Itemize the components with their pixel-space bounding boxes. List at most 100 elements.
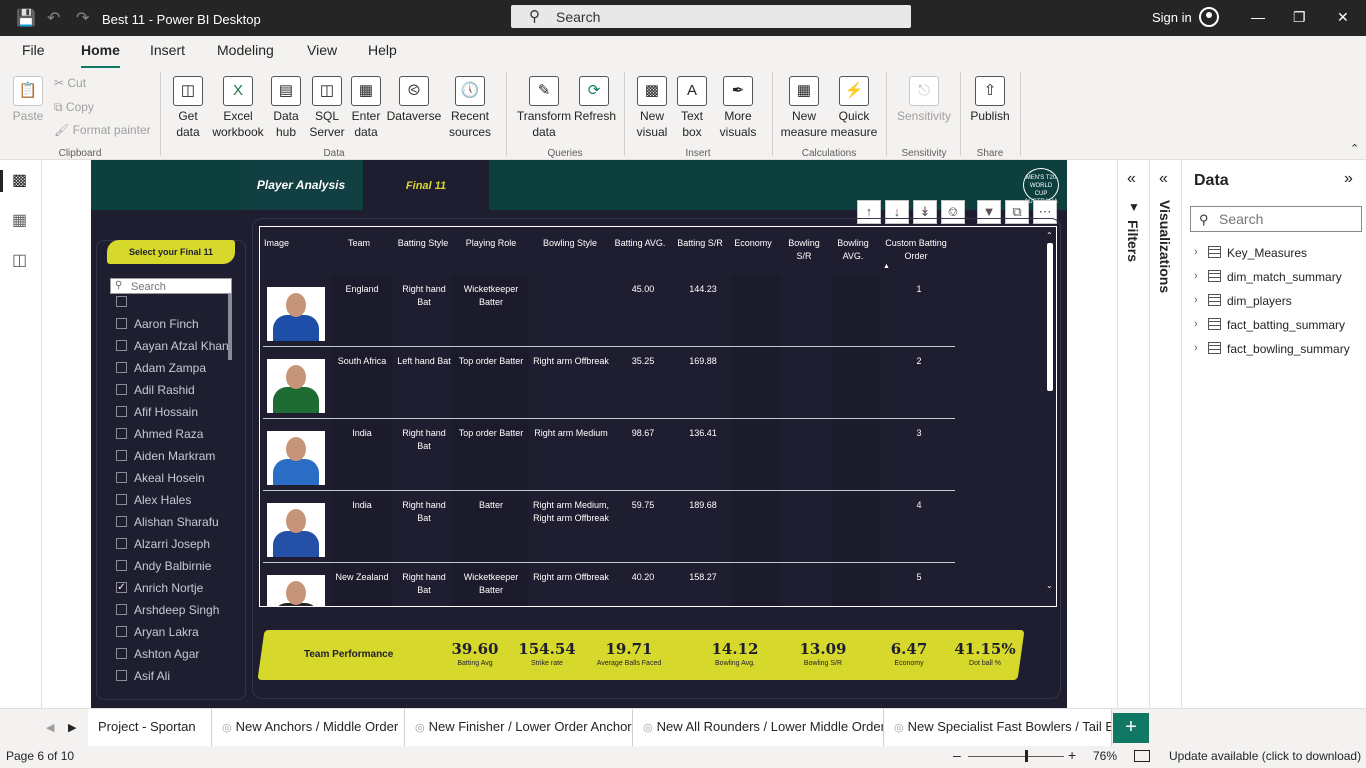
table-view-icon[interactable]: ▦ bbox=[12, 210, 27, 230]
slicer-item[interactable]: Alzarri Joseph bbox=[116, 534, 228, 554]
slicer-item[interactable]: ✓ Anrich Nortje bbox=[116, 578, 228, 598]
menu-modeling[interactable]: Modeling bbox=[217, 42, 274, 58]
slicer-item[interactable]: Ashton Agar bbox=[116, 644, 228, 664]
zoom-slider-track[interactable] bbox=[968, 756, 1064, 757]
slicer-checkbox[interactable] bbox=[116, 450, 127, 461]
filters-label[interactable]: Filters bbox=[1125, 220, 1141, 262]
slicer-item[interactable]: Akeal Hosein bbox=[116, 468, 228, 488]
slicer-checkbox[interactable] bbox=[116, 296, 127, 307]
excel-workbook-button[interactable]: X Excel workbook bbox=[210, 76, 266, 140]
update-available-link[interactable]: Update available (click to download) bbox=[1169, 749, 1361, 763]
slicer-item[interactable]: Aayan Afzal Khan bbox=[116, 336, 228, 356]
transform-data-button[interactable]: ✎ Transform data bbox=[516, 76, 572, 140]
new-visual-button[interactable]: ▩ New visual bbox=[634, 76, 670, 140]
table-row[interactable]: India Right hand Bat Batter Right arm Mediu… bbox=[263, 491, 955, 563]
slicer-item[interactable]: Adam Zampa bbox=[116, 358, 228, 378]
column-header[interactable]: Batting Style bbox=[394, 237, 452, 250]
quick-measure-button[interactable]: ⚡ Quick measure bbox=[830, 76, 878, 140]
column-header[interactable]: Custom Batting Order bbox=[880, 237, 952, 263]
table-scrollbar[interactable]: ⌃ ⌄ bbox=[1046, 231, 1054, 593]
refresh-button[interactable]: ⟳ Refresh bbox=[574, 76, 616, 124]
visualizations-label[interactable]: Visualizations bbox=[1157, 200, 1173, 293]
slicer-item[interactable]: Ahmed Raza bbox=[116, 424, 228, 444]
data-search-input[interactable] bbox=[1219, 211, 1355, 227]
nav-tab-player-analysis[interactable]: Player Analysis bbox=[241, 160, 361, 210]
redo-icon[interactable]: ↷ bbox=[76, 8, 89, 28]
menu-help[interactable]: Help bbox=[368, 42, 397, 58]
chevron-right-icon[interactable]: › bbox=[1194, 294, 1198, 306]
slicer-item[interactable]: Alex Hales bbox=[116, 490, 228, 510]
table-row[interactable]: England Right hand Bat Wicketkeeper Batter… bbox=[263, 275, 955, 347]
sign-in-button[interactable]: Sign in bbox=[1152, 10, 1192, 25]
minimize-icon[interactable]: — bbox=[1251, 9, 1265, 25]
slicer-item[interactable]: Aaron Finch bbox=[116, 314, 228, 334]
report-view-icon[interactable]: ▩ bbox=[12, 170, 27, 190]
column-header[interactable]: Playing Role bbox=[454, 237, 528, 250]
slicer-item[interactable]: Andy Balbirnie bbox=[116, 556, 228, 576]
chevron-right-icon[interactable]: › bbox=[1194, 318, 1198, 330]
copy-button[interactable]: ⧉ Copy bbox=[54, 100, 94, 115]
chevron-right-icon[interactable]: › bbox=[1194, 342, 1198, 354]
save-icon[interactable]: 💾 bbox=[16, 8, 36, 28]
menu-file[interactable]: File bbox=[22, 42, 45, 58]
slicer-search-input[interactable] bbox=[131, 280, 229, 293]
sensitivity-button[interactable]: ⎋ Sensitivity bbox=[894, 76, 954, 124]
zoom-slider-thumb[interactable] bbox=[1025, 750, 1028, 762]
page-tab[interactable]: ◎ New Specialist Fast Bowlers / Tail End bbox=[884, 709, 1112, 747]
zoom-out-button[interactable]: – bbox=[953, 747, 961, 763]
slicer-checkbox[interactable] bbox=[116, 340, 127, 351]
column-header[interactable]: Bowling AVG. bbox=[830, 237, 876, 263]
paste-button[interactable]: 📋 Paste bbox=[10, 76, 46, 124]
slicer-checkbox[interactable] bbox=[116, 560, 127, 571]
global-search-box[interactable]: ⚲ Search bbox=[511, 5, 911, 28]
scroll-thumb[interactable] bbox=[1047, 243, 1053, 391]
slicer-checkbox[interactable] bbox=[116, 318, 127, 329]
close-icon[interactable]: ✕ bbox=[1337, 9, 1349, 26]
slicer-checkbox[interactable] bbox=[116, 428, 127, 439]
fit-to-page-icon[interactable] bbox=[1134, 750, 1150, 762]
text-box-button[interactable]: A Text box bbox=[674, 76, 710, 140]
slicer-item[interactable] bbox=[116, 294, 228, 312]
next-page-icon[interactable]: ▶ bbox=[68, 721, 76, 734]
zoom-in-button[interactable]: + bbox=[1068, 747, 1076, 763]
slicer-checkbox[interactable] bbox=[116, 648, 127, 659]
filters-pane-collapsed[interactable]: « ▼ Filters bbox=[1118, 160, 1150, 708]
slicer-checkbox[interactable] bbox=[116, 472, 127, 483]
undo-icon[interactable]: ↶ bbox=[47, 8, 60, 28]
slicer-checkbox[interactable] bbox=[116, 406, 127, 417]
menu-view[interactable]: View bbox=[307, 42, 337, 58]
menu-insert[interactable]: Insert bbox=[150, 42, 185, 58]
page-tab[interactable]: ◎ New Anchors / Middle Order bbox=[212, 709, 405, 747]
slicer-checkbox[interactable] bbox=[116, 604, 127, 615]
slicer-item[interactable]: Alishan Sharafu bbox=[116, 512, 228, 532]
page-tab[interactable]: ◎ New All Rounders / Lower Middle Order bbox=[633, 709, 884, 747]
slicer-checkbox[interactable] bbox=[116, 384, 127, 395]
dataverse-button[interactable]: ⧀ Dataverse bbox=[386, 76, 442, 124]
slicer-checkbox[interactable] bbox=[116, 538, 127, 549]
slicer-checkbox[interactable] bbox=[116, 494, 127, 505]
menu-home[interactable]: Home bbox=[81, 42, 120, 69]
cut-button[interactable]: ✂ Cut bbox=[54, 76, 86, 90]
table-row[interactable]: South Africa Left hand Bat Top order Batte… bbox=[263, 347, 955, 419]
table-row[interactable]: India Right hand Bat Top order Batter Right… bbox=[263, 419, 955, 491]
collapse-ribbon-icon[interactable]: ⌃ bbox=[1350, 142, 1359, 155]
slicer-item[interactable]: Asif Ali bbox=[116, 666, 228, 686]
more-visuals-button[interactable]: ✒ More visuals bbox=[712, 76, 764, 140]
page-tab[interactable]: ◎ New Finisher / Lower Order Anchor bbox=[405, 709, 633, 747]
slicer-search-box[interactable]: ⚲ bbox=[110, 278, 232, 294]
nav-tab-final-11[interactable]: Final 11 bbox=[363, 160, 489, 210]
recent-sources-button[interactable]: 🕔 Recent sources bbox=[444, 76, 496, 140]
column-header[interactable]: Economy bbox=[730, 237, 776, 250]
slicer-item[interactable]: Arshdeep Singh bbox=[116, 600, 228, 620]
account-icon[interactable] bbox=[1199, 7, 1219, 27]
slicer-checkbox[interactable] bbox=[116, 670, 127, 681]
expand-filters-icon[interactable]: « bbox=[1127, 170, 1136, 188]
slicer-item[interactable]: Aryan Lakra bbox=[116, 622, 228, 642]
publish-button[interactable]: ⇧ Publish bbox=[968, 76, 1012, 124]
column-header[interactable]: Image bbox=[264, 237, 304, 250]
slicer-checkbox[interactable]: ✓ bbox=[116, 582, 127, 593]
page-tab[interactable]: Project - Sportan bbox=[88, 709, 212, 747]
new-measure-button[interactable]: ▦ New measure bbox=[780, 76, 828, 140]
slicer-item[interactable]: Adil Rashid bbox=[116, 380, 228, 400]
format-painter-button[interactable]: 🖌 Format painter bbox=[54, 123, 151, 137]
